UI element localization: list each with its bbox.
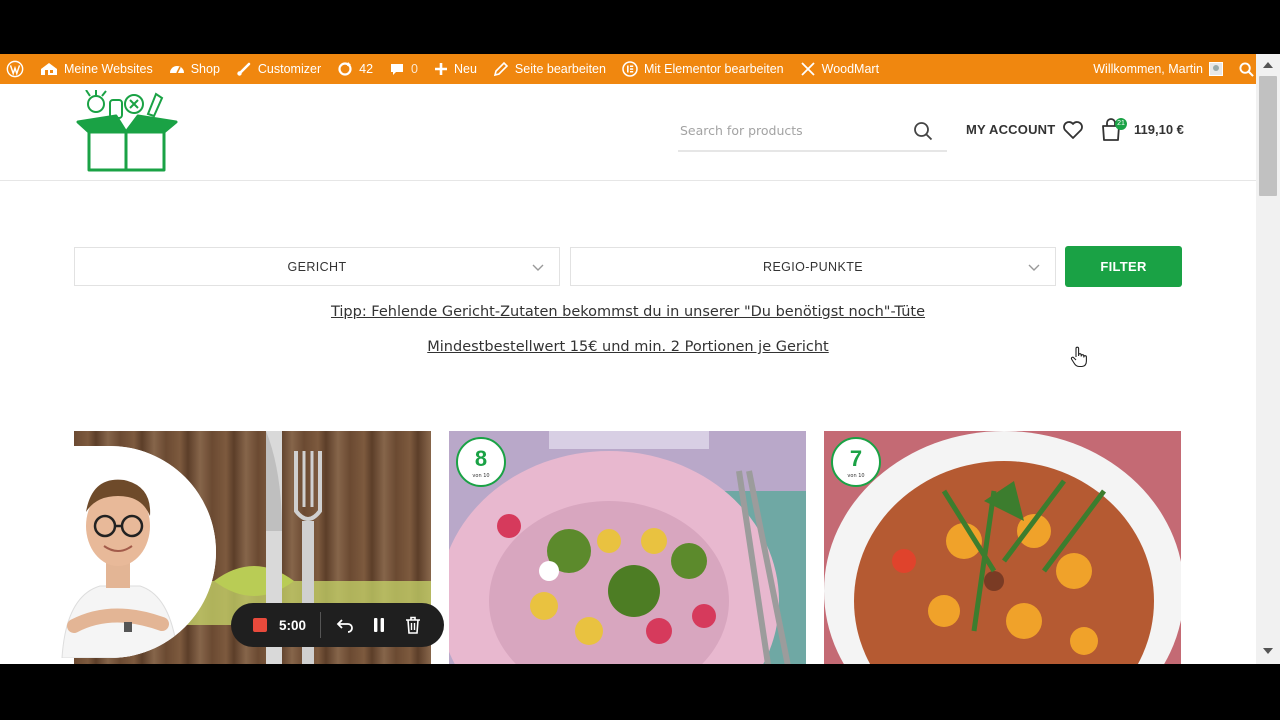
search-icon [1239, 61, 1254, 77]
dish-filter-dropdown[interactable]: GERICHT [74, 247, 560, 286]
product-card[interactable]: 7 von 10 [824, 431, 1181, 664]
comment-icon [391, 64, 404, 75]
recorder-toolbar: 5:00 [231, 603, 444, 647]
scrollbar-thumb[interactable] [1259, 76, 1277, 196]
my-sites-menu[interactable]: Meine Websites [32, 54, 161, 84]
brush-icon [237, 62, 251, 76]
elementor-icon [622, 61, 638, 77]
product-card[interactable]: 8 von 10 [449, 431, 806, 664]
letterbox-top [0, 0, 1280, 54]
undo-icon [336, 619, 353, 633]
rating-value: 7 [849, 446, 863, 471]
account-menu[interactable]: Willkommen, Martin [1085, 54, 1231, 84]
stop-recording-button[interactable] [253, 618, 267, 632]
site-header: MY ACCOUNT 21 119,10 € [0, 84, 1256, 181]
rating-value: 8 [474, 446, 488, 471]
welcome-text: Willkommen, Martin [1093, 62, 1203, 76]
tip-link[interactable]: Tipp: Fehlende Gericht-Zutaten bekommst … [331, 304, 925, 320]
dashboard-icon [169, 66, 184, 74]
admin-bar: Meine Websites Shop Customizer 42 0 Neu … [0, 54, 1280, 84]
recording-timer: 5:00 [279, 617, 307, 633]
wordpress-logo-button[interactable] [0, 54, 32, 84]
heart-icon[interactable] [1062, 120, 1084, 140]
shop-menu[interactable]: Shop [161, 54, 228, 84]
plus-icon [434, 63, 447, 75]
rating-scale: von 10 [847, 473, 865, 479]
tip-text: Tipp: Fehlende Gericht-Zutaten bekommst … [0, 304, 1256, 320]
customizer-label: Customizer [257, 62, 322, 76]
letterbox-bottom [0, 664, 1280, 720]
search-input[interactable] [678, 112, 898, 148]
elementor-label: Mit Elementor bearbeiten [643, 62, 784, 76]
hand-cursor-icon [1070, 346, 1087, 368]
new-label: Neu [453, 62, 477, 76]
woodmart-label: WoodMart [821, 62, 880, 76]
comments-count: 0 [411, 62, 418, 76]
woodmart-menu[interactable]: WoodMart [792, 54, 887, 84]
scroll-up-arrow-icon[interactable] [1263, 62, 1273, 68]
rating-badge: 7 von 10 [831, 437, 881, 487]
page-scrollbar[interactable] [1256, 54, 1280, 664]
rating-scale: von 10 [472, 473, 490, 479]
filter-button[interactable]: FILTER [1065, 246, 1182, 287]
rating-badge: 8 von 10 [456, 437, 506, 487]
undo-button[interactable] [335, 615, 355, 635]
avatar [1209, 62, 1223, 76]
trash-icon [406, 616, 421, 634]
minimum-order-link[interactable]: Mindestbestellwert 15€ und min. 2 Portio… [427, 339, 828, 355]
wordpress-icon [6, 60, 24, 78]
updates-icon [338, 62, 352, 76]
updates-count: 42 [359, 62, 374, 76]
cart-count-badge: 21 [1115, 118, 1127, 130]
chevron-down-icon [1028, 264, 1040, 271]
woodmart-icon [800, 62, 815, 76]
site-logo[interactable] [76, 90, 178, 172]
delete-button[interactable] [403, 615, 423, 635]
minimum-order-text: Mindestbestellwert 15€ und min. 2 Portio… [0, 339, 1256, 355]
new-content-menu[interactable]: Neu [426, 54, 485, 84]
elementor-edit-menu[interactable]: Mit Elementor bearbeiten [614, 54, 792, 84]
sites-icon [41, 63, 57, 75]
toolbar-divider [320, 612, 322, 638]
edit-page-menu[interactable]: Seite bearbeiten [485, 54, 614, 84]
dish-filter-label: GERICHT [287, 259, 347, 274]
updates-menu[interactable]: 42 [329, 54, 381, 84]
pencil-icon [493, 61, 509, 77]
comments-menu[interactable]: 0 [381, 54, 426, 84]
my-account-link[interactable]: MY ACCOUNT [966, 122, 1055, 137]
browser-viewport: Meine Websites Shop Customizer 42 0 Neu … [0, 54, 1280, 664]
regio-points-dropdown[interactable]: REGIO-PUNKTE [570, 247, 1056, 286]
scroll-down-arrow-icon[interactable] [1263, 648, 1273, 654]
shop-label: Shop [190, 62, 220, 76]
cart-total[interactable]: 119,10 € [1134, 122, 1184, 137]
regio-points-label: REGIO-PUNKTE [763, 259, 863, 274]
customizer-menu[interactable]: Customizer [228, 54, 329, 84]
my-sites-label: Meine Websites [64, 62, 153, 76]
edit-page-label: Seite bearbeiten [514, 62, 606, 76]
chevron-down-icon [532, 264, 544, 271]
pause-icon [374, 618, 385, 632]
product-search [678, 112, 947, 152]
pause-button[interactable] [369, 615, 389, 635]
search-icon[interactable] [913, 121, 933, 141]
